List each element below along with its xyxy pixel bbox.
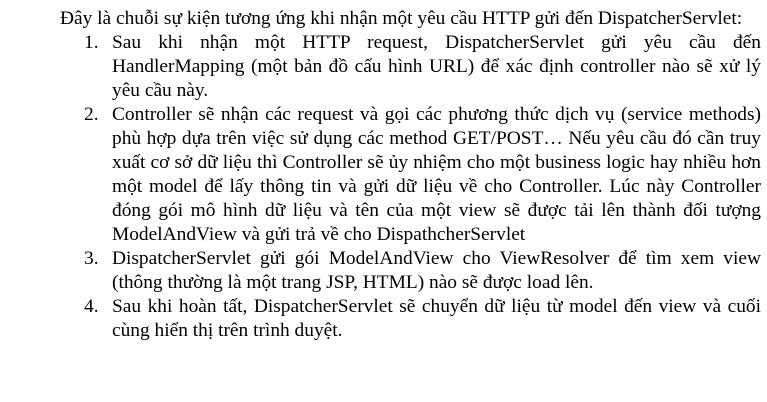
intro-paragraph: Đây là chuỗi sự kiện tương ứng khi nhận … (60, 8, 743, 29)
step-number: 4. (84, 296, 99, 317)
list-item-step-4: 4. Sau khi hoàn tất, DispatcherServlet s… (84, 295, 761, 343)
step-text: Sau khi nhận một HTTP request, Dispatche… (112, 32, 761, 101)
step-text: Sau khi hoàn tất, DispatcherServlet sẽ c… (112, 296, 761, 341)
step-number: 1. (84, 32, 99, 53)
step-number: 3. (84, 248, 99, 269)
document-page: Đây là chuỗi sự kiện tương ứng khi nhận … (0, 0, 767, 402)
list-item-step-1: 1. Sau khi nhận một HTTP request, Dispat… (84, 31, 761, 103)
step-number: 2. (84, 104, 99, 125)
list-item-step-3: 3. DispatcherServlet gửi gói ModelAndVie… (84, 247, 761, 295)
step-text: DispatcherServlet gửi gói ModelAndView c… (112, 248, 761, 293)
steps-list: 1. Sau khi nhận một HTTP request, Dispat… (12, 31, 761, 343)
step-text: Controller sẽ nhận các request và gọi cá… (112, 104, 761, 245)
list-item-step-2: 2. Controller sẽ nhận các request và gọi… (84, 103, 761, 247)
